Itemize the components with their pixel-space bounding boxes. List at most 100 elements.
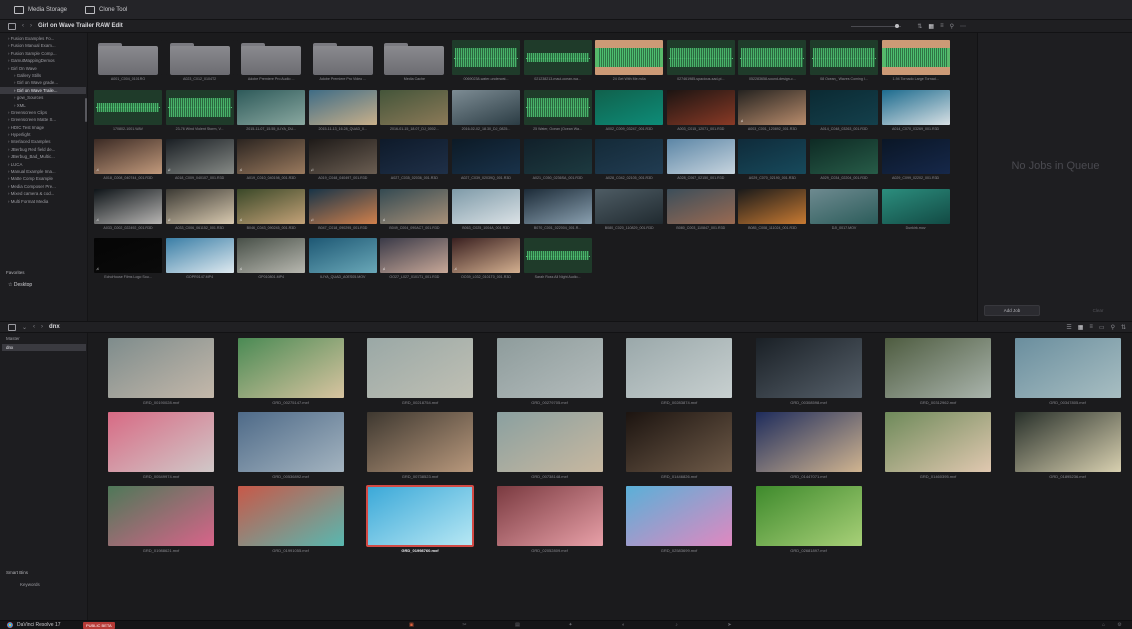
bin-clip[interactable]: GRD_01988621.mxf: [108, 486, 214, 553]
edit-page-icon[interactable]: ▤: [514, 622, 521, 628]
tree-item[interactable]: › Manual Example Ima...: [0, 168, 86, 175]
media-clip[interactable]: ♫ A018_C009_040107_001.R3D: [165, 139, 237, 180]
media-clip[interactable]: A027_C035_02036_001.R3D: [380, 139, 451, 180]
smart-bin-keywords[interactable]: Keywords: [20, 582, 40, 587]
bin-search-icon[interactable]: ⚲: [1111, 324, 1115, 331]
media-clip[interactable]: 08 Ocean_ Waves Coming I...: [810, 40, 881, 81]
bin-clip[interactable]: GRD_00347805.mxf: [1014, 338, 1121, 405]
media-clip[interactable]: 2016-02-02_18.30_DJ_0825...: [452, 89, 523, 131]
media-clip[interactable]: B085_C008_111024_001.R3D: [738, 188, 809, 230]
tree-item[interactable]: › LUCA: [0, 161, 86, 168]
bin-sidebar-toggle-icon[interactable]: [8, 323, 16, 331]
add-job-button[interactable]: Add Job: [984, 305, 1040, 316]
clear-button[interactable]: Clear: [1070, 305, 1126, 316]
media-clip[interactable]: 021238213-maui-ocean-wa...: [523, 40, 595, 81]
media-clip[interactable]: ♫ A003_C001_120892_001.R3D: [738, 89, 809, 131]
tree-scrollbar[interactable]: [85, 98, 87, 122]
bin-forward-icon[interactable]: ›: [41, 324, 43, 330]
tree-item[interactable]: › HDIC Test Image: [0, 124, 86, 131]
deliver-page-icon[interactable]: ➤: [726, 622, 733, 628]
media-clip[interactable]: 027461985-spacious-sad-pi...: [666, 40, 738, 81]
media-clip[interactable]: ♫ OO39_L032_0101T0_001.R3D: [452, 238, 523, 279]
more-options-icon[interactable]: ⋯: [960, 23, 966, 30]
bin-clip[interactable]: GRD_02681897.mxf: [755, 486, 862, 553]
bin-list-view-icon[interactable]: ≡: [1089, 324, 1093, 330]
tree-item[interactable]: › Girl on Wave grade...: [0, 79, 86, 86]
bin-clip[interactable]: GRD_01446826.mxf: [626, 412, 732, 479]
color-page-icon[interactable]: ◐: [620, 622, 627, 628]
bin-viewer-icon[interactable]: ▭: [1099, 324, 1105, 331]
media-clip[interactable]: A029_C034_02204_001.R3D: [810, 139, 881, 180]
tree-item[interactable]: › GamutMappingDemos: [0, 57, 86, 64]
media-clip[interactable]: ♫ EchoHouse Films Logo Sou...: [94, 238, 165, 279]
bin-metadata-view-icon[interactable]: ☰: [1066, 324, 1071, 331]
favorite-desktop[interactable]: ☆ Desktop: [8, 282, 32, 288]
media-clip[interactable]: A029_C099_02202_001.R3D: [881, 139, 953, 180]
media-clip[interactable]: 1-94 Tornado Large Tornad...: [881, 40, 953, 81]
bin-clip[interactable]: GRD_00190028.mxf: [108, 338, 214, 405]
list-view-icon[interactable]: ≡: [940, 23, 944, 29]
bin-clip[interactable]: GRD_02052809.mxf: [496, 486, 603, 553]
media-clip[interactable]: GOPR0147.MP4: [165, 238, 237, 279]
back-icon[interactable]: ‹: [22, 23, 24, 29]
tree-item[interactable]: › Hyperlight: [0, 131, 86, 138]
media-clip[interactable]: A027_C039_02039Q_001.R3D: [452, 139, 523, 180]
bin-clip[interactable]: GRD_02583699.mxf: [626, 486, 732, 553]
fusion-page-icon[interactable]: ✦: [567, 622, 574, 628]
media-clip[interactable]: Media Cache: [380, 40, 451, 81]
bin-back-icon[interactable]: ‹: [33, 324, 35, 330]
media-clip[interactable]: 00690238-water-underwat...: [452, 40, 523, 81]
media-page-icon[interactable]: ▣: [408, 622, 415, 628]
forward-icon[interactable]: ›: [30, 23, 32, 29]
bin-clip[interactable]: GRD_00218754.mxf: [367, 338, 473, 405]
bin-clip[interactable]: GRD_01998760.mxf: [366, 485, 474, 553]
media-clip[interactable]: A001_C004_0101RO: [94, 40, 165, 81]
media-clip[interactable]: DJI_0017.MOV: [810, 188, 881, 230]
media-clip[interactable]: ♫ A033_C002_022492_001.R3D: [94, 188, 165, 230]
bin-clip[interactable]: GRD_00283874.mxf: [626, 338, 732, 405]
tree-item[interactable]: › gow_Sources: [0, 94, 86, 101]
media-clip[interactable]: ILIYA_QUAD_A0ES05.MOV: [308, 238, 380, 279]
bin-clip[interactable]: GRD_00738523.mxf: [367, 412, 473, 479]
bin-clip[interactable]: GRD_00738148.mxf: [496, 412, 603, 479]
media-clip[interactable]: 2015-11-07_15.55_ILIYA_DU...: [237, 89, 308, 131]
media-clip[interactable]: A029_C070_02190_001.R3D: [738, 139, 809, 180]
media-clip[interactable]: A021_C050_0236SA_001.R3D: [523, 139, 595, 180]
media-storage-button[interactable]: Media Storage: [10, 4, 71, 16]
settings-icon[interactable]: ⚙: [1116, 622, 1123, 628]
slider-handle[interactable]: [895, 24, 900, 28]
bin-clip[interactable]: GRD_00308598.mxf: [755, 338, 862, 405]
tree-item[interactable]: › Fusion Manual Exam...: [0, 42, 86, 49]
media-clip[interactable]: A023_C012_0104T2: [165, 40, 237, 81]
media-clip[interactable]: 25 Water, Ocean (Ocean Wa...: [523, 89, 595, 131]
media-clip[interactable]: B070_C001_022004_001.R...: [523, 188, 595, 230]
bin-master[interactable]: Master: [6, 336, 20, 341]
tree-item[interactable]: › Interlaced Examples: [0, 138, 86, 145]
media-clip[interactable]: Adobe Premiere Pro Audio ...: [237, 40, 308, 81]
bin-clip[interactable]: GRD_00536892.mxf: [237, 412, 344, 479]
media-clip[interactable]: A028_C067_02150_001.R3D: [666, 139, 738, 180]
tree-item[interactable]: › Gallery Stills: [0, 72, 86, 79]
media-clip[interactable]: Dunkirk.mov: [881, 188, 953, 230]
tree-item[interactable]: › Girl On Wave: [0, 65, 86, 72]
bin-dnx[interactable]: dnx: [2, 344, 86, 351]
thumbnail-view-icon[interactable]: ▦: [928, 23, 934, 30]
tree-item[interactable]: › Multi Format Media: [0, 198, 86, 205]
tree-item[interactable]: › Greenscreen Clips: [0, 109, 86, 116]
media-clip[interactable]: A002_C009_03247_001.R3D: [595, 89, 666, 131]
home-icon[interactable]: ⌂: [1100, 622, 1107, 628]
tree-item[interactable]: › Matte Comp Example: [0, 175, 86, 182]
media-clip[interactable]: 2016-01-15_18.07_DJ_0002...: [380, 89, 451, 131]
tree-item[interactable]: › Fusion Sample Comp...: [0, 50, 86, 57]
media-clip[interactable]: ♫ A018_C008_040744_001.R3D: [94, 139, 165, 180]
tree-item[interactable]: › XML: [0, 102, 86, 109]
bin-thumbnail-view-icon[interactable]: ▦: [1078, 324, 1084, 331]
bin-clip[interactable]: GRD_00279705.mxf: [496, 338, 603, 405]
bin-clip[interactable]: GRD_01447071.mxf: [755, 412, 862, 479]
media-clip[interactable]: 24 Get With Me.m4a: [595, 40, 666, 81]
search-icon[interactable]: ⚲: [950, 23, 954, 30]
tree-item[interactable]: › Greenscreen Matte S...: [0, 116, 86, 123]
media-clip[interactable]: B080_C003_110847_001.R3D: [666, 188, 738, 230]
media-clip[interactable]: 052283658-sound-design-c...: [738, 40, 809, 81]
fairlight-page-icon[interactable]: ♪: [673, 622, 680, 628]
